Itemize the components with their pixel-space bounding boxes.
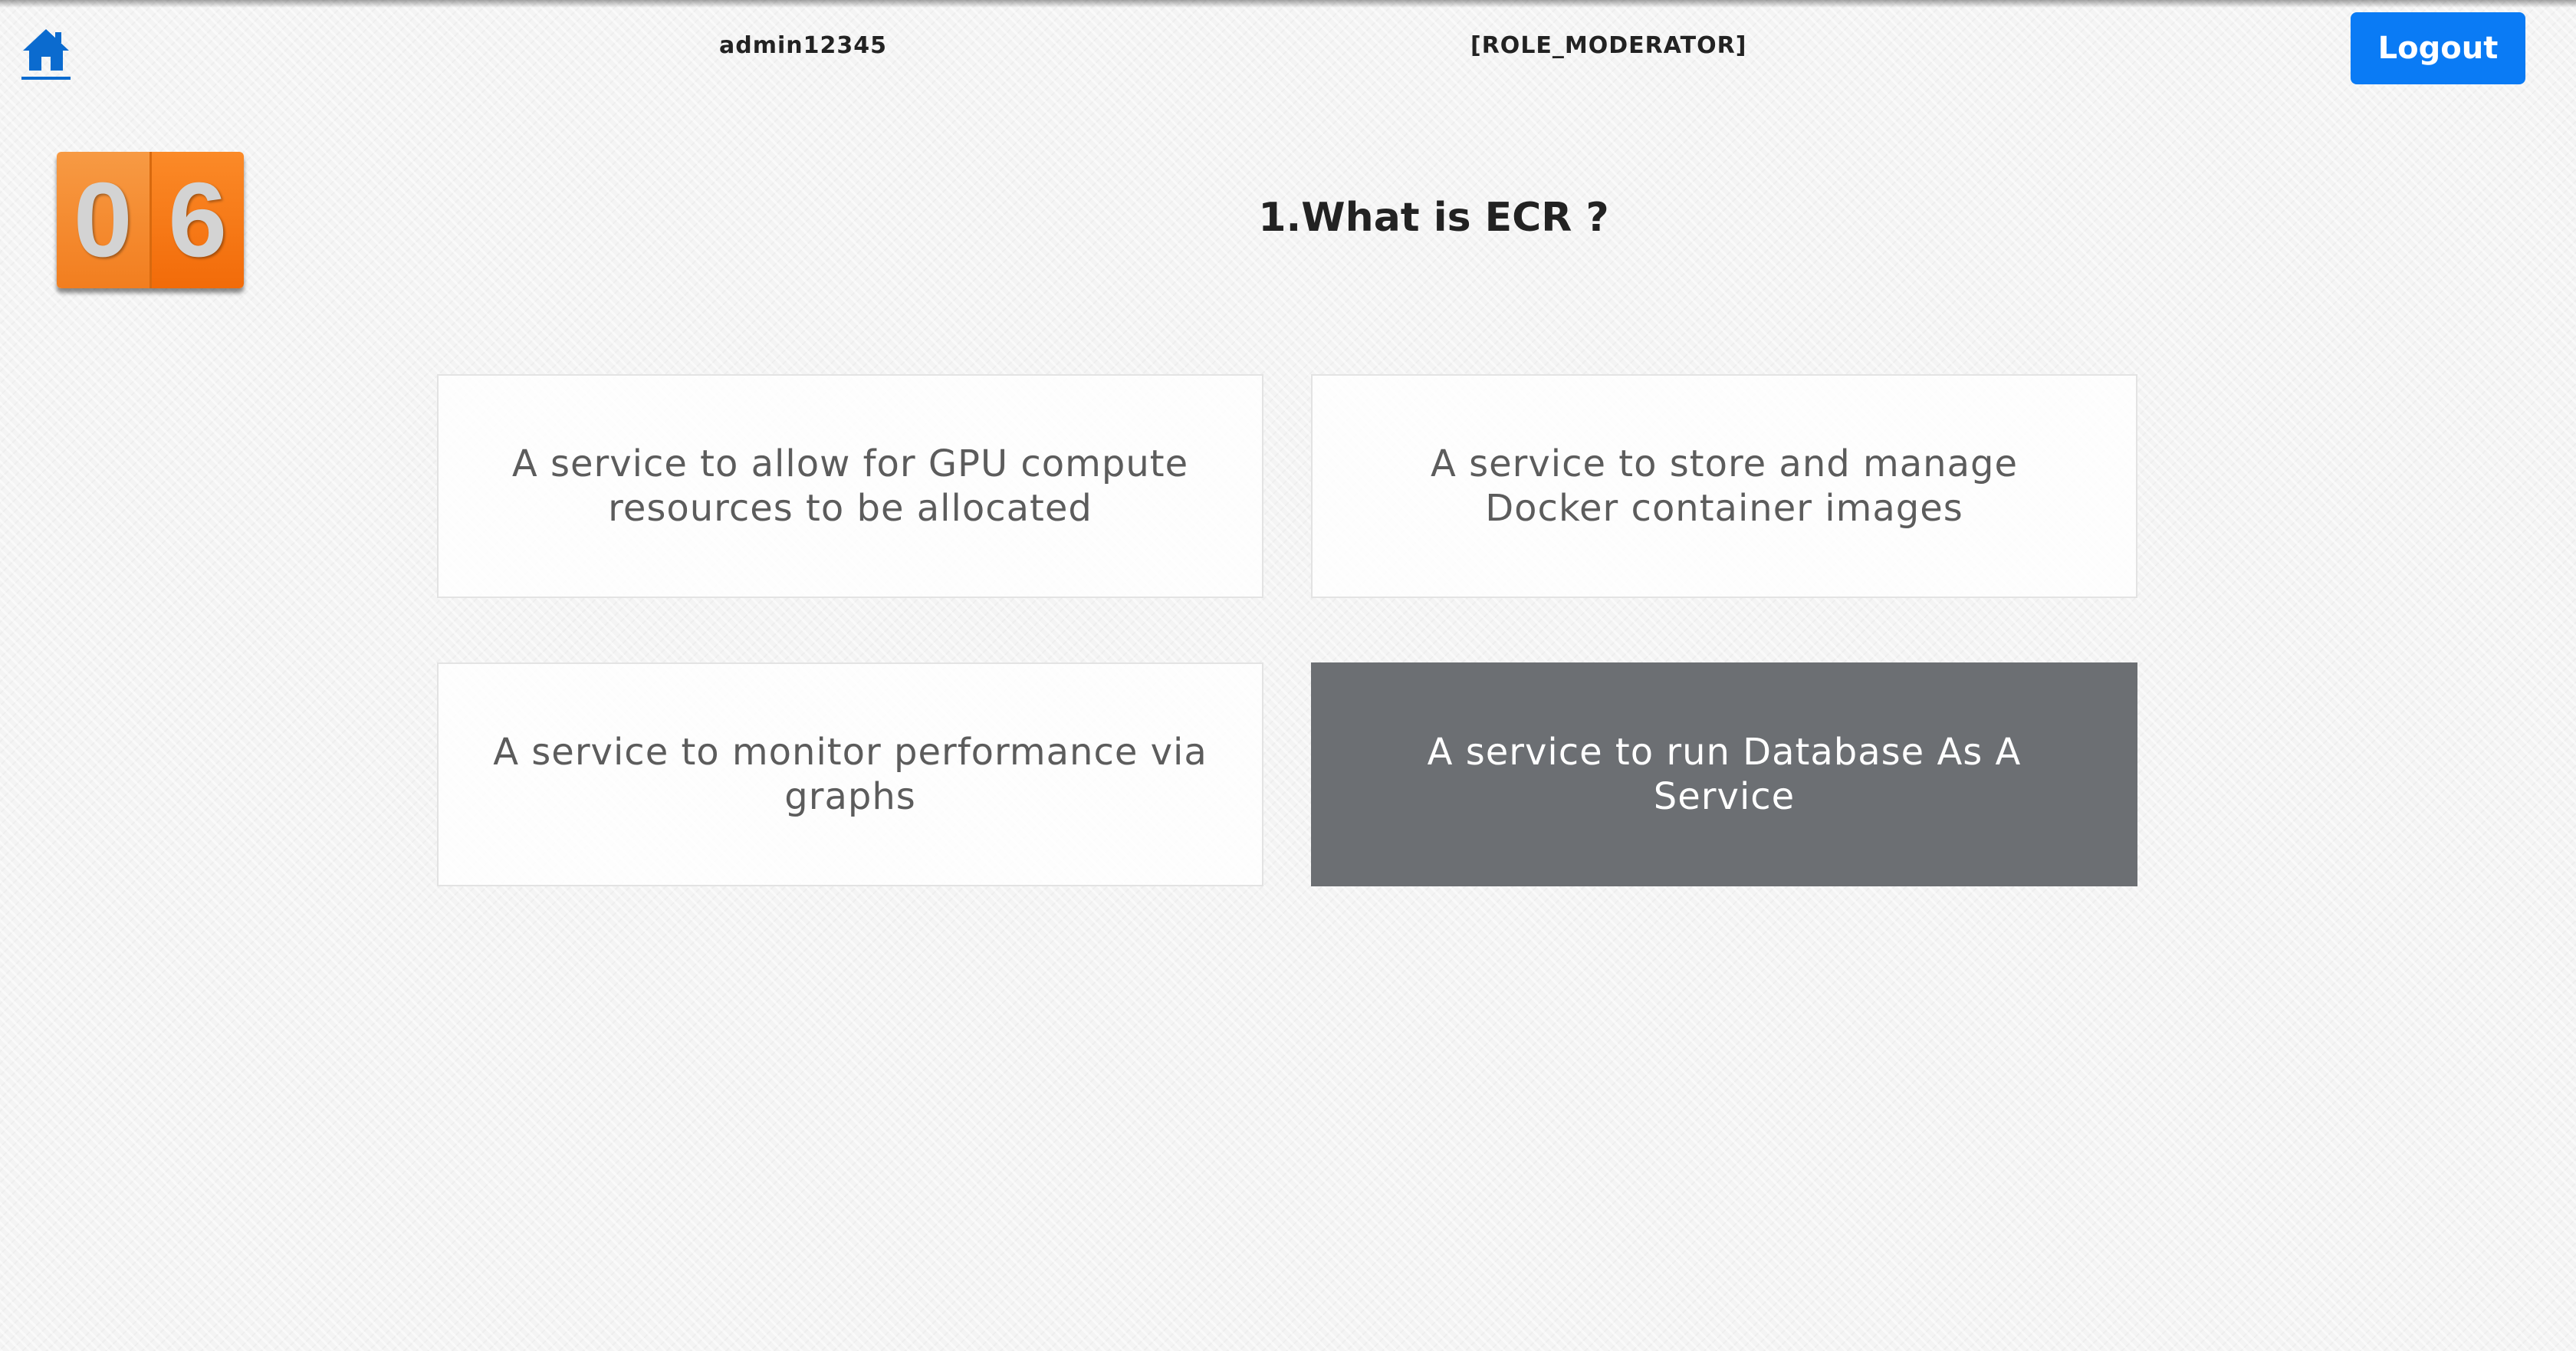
countdown-timer: 0 6 bbox=[57, 152, 244, 288]
answer-option-3[interactable]: A service to monitor performance via gra… bbox=[437, 662, 1263, 886]
top-shadow bbox=[0, 0, 2576, 8]
answer-option-2[interactable]: A service to store and manage Docker con… bbox=[1311, 374, 2137, 598]
answer-option-4-text: A service to run Database As A Service bbox=[1427, 731, 2022, 818]
user-role-label: [ROLE_MODERATOR] bbox=[1470, 32, 1747, 59]
question-title: 1.What is ECR ? bbox=[1258, 195, 1609, 241]
answer-option-3-text: A service to monitor performance via gra… bbox=[493, 731, 1208, 818]
answer-option-1[interactable]: A service to allow for GPU compute resou… bbox=[437, 374, 1263, 598]
home-underline bbox=[21, 77, 71, 80]
answer-option-1-text: A service to allow for GPU compute resou… bbox=[511, 442, 1189, 530]
username-label: admin12345 bbox=[719, 32, 887, 59]
timer-digit-tens: 0 bbox=[57, 152, 152, 288]
home-icon bbox=[23, 29, 69, 71]
home-link[interactable] bbox=[21, 26, 71, 80]
timer-digit-ones: 6 bbox=[151, 152, 244, 288]
answer-option-2-text: A service to store and manage Docker con… bbox=[1431, 442, 2018, 530]
logout-button[interactable]: Logout bbox=[2351, 12, 2525, 84]
answer-option-4[interactable]: A service to run Database As A Service bbox=[1311, 662, 2137, 886]
